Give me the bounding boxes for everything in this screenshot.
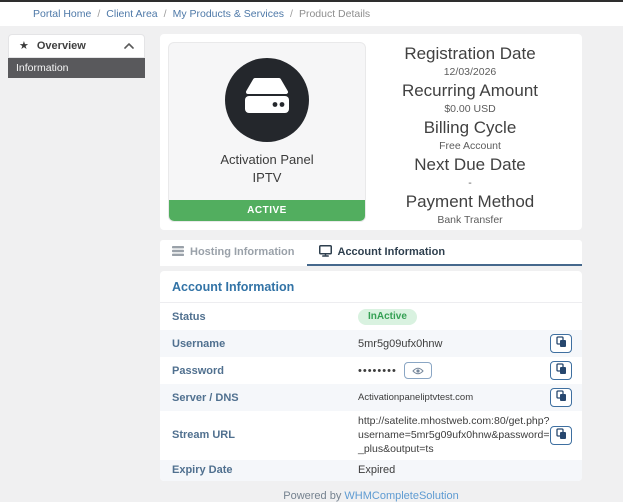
- footer-whmcs-link[interactable]: WHMCompleteSolution: [344, 490, 458, 502]
- detail-value-payment-method: Bank Transfer: [366, 214, 574, 226]
- breadcrumb-link-client-area[interactable]: Client Area: [106, 8, 157, 20]
- table-row-stream-url: Stream URL http://satelite.mhostweb.com:…: [160, 411, 582, 460]
- tab-label: Hosting Information: [190, 246, 295, 258]
- copy-icon: [556, 363, 567, 378]
- tab-label: Account Information: [338, 246, 446, 258]
- row-label: Password: [172, 365, 358, 377]
- section-title: Account Information: [160, 271, 582, 303]
- table-row-server-dns: Server / DNS Activationpaneliptvtest.com: [160, 384, 582, 411]
- password-masked-value: ••••••••: [358, 365, 397, 377]
- server-dns-value: Activationpaneliptvtest.com: [358, 392, 473, 403]
- detail-label-billing-cycle: Billing Cycle: [366, 118, 574, 138]
- copy-server-button[interactable]: [550, 388, 572, 407]
- product-name-line1: Activation Panel: [220, 151, 313, 169]
- product-card: Activation Panel IPTV ACTIVE: [168, 42, 366, 222]
- row-label: Server / DNS: [172, 392, 358, 404]
- main-content: Activation Panel IPTV ACTIVE Registratio…: [160, 34, 582, 502]
- eye-icon: [412, 363, 424, 378]
- footer: Powered by WHMCompleteSolution: [160, 490, 582, 502]
- status-badge: InActive: [358, 309, 417, 325]
- sidebar-item-label: Information: [16, 62, 69, 74]
- detail-value-registration-date: 12/03/2026: [366, 66, 574, 78]
- server-icon: [172, 245, 184, 260]
- detail-label-next-due-date: Next Due Date: [366, 155, 574, 175]
- product-image: [225, 58, 309, 142]
- copy-icon: [556, 390, 567, 405]
- table-row-username: Username 5mr5g09ufx0hnw: [160, 330, 582, 357]
- status-banner: ACTIVE: [169, 200, 365, 221]
- sidebar-overview-header[interactable]: ★ Overview: [8, 34, 145, 58]
- reveal-password-button[interactable]: [404, 362, 432, 379]
- footer-prefix: Powered by: [283, 490, 341, 502]
- stream-url-value: http://satelite.mhostweb.com:80/get.php?…: [358, 414, 550, 457]
- breadcrumb-separator: /: [164, 8, 167, 20]
- chevron-up-icon: [124, 43, 134, 49]
- row-label: Username: [172, 338, 358, 350]
- detail-label-recurring-amount: Recurring Amount: [366, 81, 574, 101]
- row-label: Expiry Date: [172, 464, 358, 476]
- row-label: Stream URL: [172, 429, 358, 441]
- product-name-line2: IPTV: [220, 169, 313, 187]
- sidebar: ★ Overview Information: [8, 34, 145, 78]
- sidebar-header-label: Overview: [37, 40, 86, 52]
- copy-username-button[interactable]: [550, 334, 572, 353]
- tab-bar: Hosting Information Account Information: [160, 240, 582, 266]
- copy-icon: [556, 428, 567, 443]
- star-icon: ★: [19, 41, 29, 52]
- breadcrumb-link-my-products[interactable]: My Products & Services: [173, 8, 284, 20]
- username-value: 5mr5g09ufx0hnw: [358, 338, 442, 350]
- storage-device-icon: [239, 75, 295, 126]
- table-row-expiry-date: Expiry Date Expired: [160, 460, 582, 481]
- product-name: Activation Panel IPTV: [220, 151, 313, 186]
- account-information-panel: Account Information Status InActive User…: [160, 271, 582, 481]
- product-overview-panel: Activation Panel IPTV ACTIVE Registratio…: [160, 34, 582, 230]
- sidebar-item-information[interactable]: Information: [8, 58, 145, 78]
- tab-hosting-information[interactable]: Hosting Information: [160, 240, 307, 266]
- tab-bar-underline: [457, 240, 582, 266]
- detail-label-payment-method: Payment Method: [366, 192, 574, 212]
- breadcrumb-separator: /: [290, 8, 293, 20]
- detail-value-billing-cycle: Free Account: [366, 140, 574, 152]
- expiry-date-value: Expired: [358, 464, 395, 476]
- detail-label-registration-date: Registration Date: [366, 44, 574, 64]
- table-row-status: Status InActive: [160, 303, 582, 330]
- row-label: Status: [172, 311, 358, 323]
- breadcrumb: Portal Home / Client Area / My Products …: [0, 2, 623, 26]
- breadcrumb-link-portal-home[interactable]: Portal Home: [33, 8, 91, 20]
- detail-value-next-due-date: -: [366, 177, 574, 189]
- status-banner-label: ACTIVE: [247, 205, 287, 216]
- billing-details: Registration Date 12/03/2026 Recurring A…: [366, 42, 574, 222]
- detail-value-recurring-amount: $0.00 USD: [366, 103, 574, 115]
- copy-stream-url-button[interactable]: [550, 426, 572, 445]
- copy-icon: [556, 336, 567, 351]
- table-row-password: Password ••••••••: [160, 357, 582, 384]
- copy-password-button[interactable]: [550, 361, 572, 380]
- tab-account-information[interactable]: Account Information: [307, 240, 458, 266]
- monitor-icon: [319, 245, 332, 260]
- breadcrumb-separator: /: [97, 8, 100, 20]
- breadcrumb-current-page: Product Details: [299, 8, 370, 20]
